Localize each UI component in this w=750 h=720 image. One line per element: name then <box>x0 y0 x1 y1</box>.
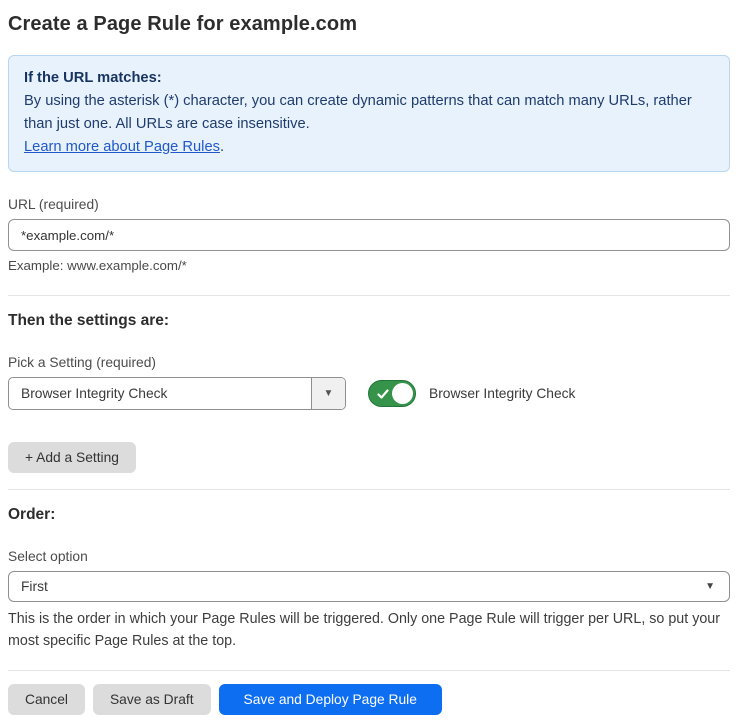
dropdown-arrow-icon[interactable]: ▼ <box>311 378 345 409</box>
footer-divider <box>8 670 730 671</box>
setting-dropdown-value: Browser Integrity Check <box>9 378 311 409</box>
url-input[interactable] <box>8 219 730 251</box>
select-option-label: Select option <box>8 549 730 564</box>
url-matches-info-box: If the URL matches: By using the asteris… <box>8 55 730 172</box>
toggle-label: Browser Integrity Check <box>429 386 575 401</box>
order-hint: This is the order in which your Page Rul… <box>8 608 730 652</box>
check-icon <box>377 388 389 400</box>
info-box-heading: If the URL matches: <box>24 67 714 90</box>
setting-row: Browser Integrity Check ▼ Browser Integr… <box>8 377 730 410</box>
info-box-body: By using the asterisk (*) character, you… <box>24 90 714 136</box>
cancel-button[interactable]: Cancel <box>8 684 85 715</box>
info-box-link-row: Learn more about Page Rules. <box>24 136 714 159</box>
order-section-heading: Order: <box>8 506 730 524</box>
url-field-label: URL (required) <box>8 197 730 212</box>
link-period: . <box>220 139 224 155</box>
toggle-knob <box>392 383 413 404</box>
create-page-rule-panel: Create a Page Rule for example.com If th… <box>0 13 750 715</box>
footer-actions: Cancel Save as Draft Save and Deploy Pag… <box>8 684 730 715</box>
setting-dropdown[interactable]: Browser Integrity Check ▼ <box>8 377 346 410</box>
save-draft-button[interactable]: Save as Draft <box>93 684 211 715</box>
section-divider <box>8 489 730 490</box>
settings-section-heading: Then the settings are: <box>8 312 730 330</box>
select-arrow-icon: ▼ <box>705 581 715 592</box>
page-title: Create a Page Rule for example.com <box>8 13 730 36</box>
pick-setting-label: Pick a Setting (required) <box>8 355 730 370</box>
order-select[interactable]: First ▼ <box>8 571 730 602</box>
browser-integrity-toggle[interactable] <box>368 380 416 407</box>
learn-more-link[interactable]: Learn more about Page Rules <box>24 139 220 155</box>
order-select-value: First <box>21 579 48 594</box>
save-deploy-button[interactable]: Save and Deploy Page Rule <box>219 684 442 715</box>
section-divider <box>8 295 730 296</box>
url-example-hint: Example: www.example.com/* <box>8 258 730 273</box>
add-setting-button[interactable]: + Add a Setting <box>8 442 136 473</box>
